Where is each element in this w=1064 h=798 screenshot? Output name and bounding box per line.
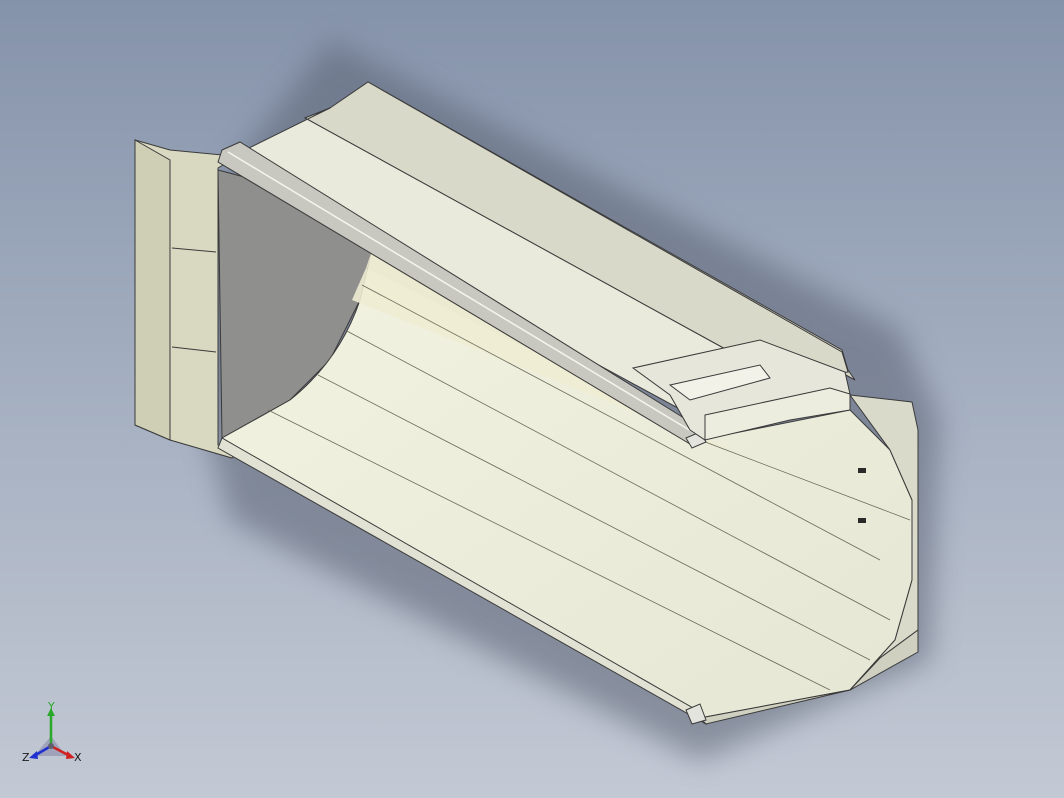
z-axis-label: Z — [22, 751, 30, 764]
x-axis-label: X — [74, 751, 82, 764]
left-end-plate — [134, 139, 171, 441]
z-axis-arrow — [29, 751, 38, 759]
cad-viewport[interactable]: Y X Z — [0, 0, 1064, 798]
y-axis-label: Y — [47, 702, 55, 713]
axis-triad: Y X Z — [22, 702, 82, 764]
3d-model-view[interactable] — [0, 0, 1064, 798]
triad-origin — [48, 743, 54, 749]
slot-2 — [858, 518, 866, 523]
slot-1 — [858, 468, 866, 473]
